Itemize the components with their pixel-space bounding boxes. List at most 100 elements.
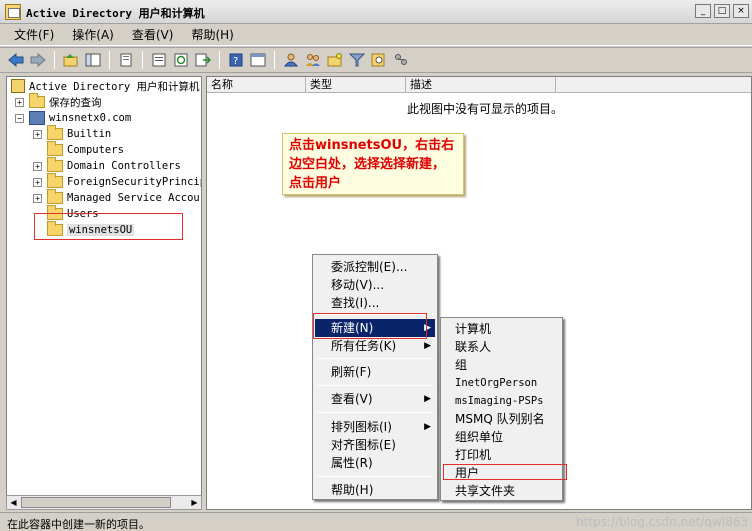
window-controls: _ □ × bbox=[695, 4, 749, 18]
console-tree-icon[interactable] bbox=[83, 50, 103, 70]
submenu-item-shared-folder[interactable]: 共享文件夹 bbox=[443, 482, 560, 500]
menu-file[interactable]: 文件(F) bbox=[8, 24, 60, 45]
column-name[interactable]: 名称 bbox=[207, 77, 306, 93]
folder-icon bbox=[47, 189, 63, 204]
toolbar-separator bbox=[274, 51, 275, 69]
submenu-item-computer[interactable]: 计算机 bbox=[443, 320, 560, 338]
folder-icon bbox=[47, 141, 63, 156]
submenu-item-printer[interactable]: 打印机 bbox=[443, 446, 560, 464]
menu-item-delegate[interactable]: 委派控制(E)... bbox=[315, 258, 435, 276]
column-type[interactable]: 类型 bbox=[306, 77, 406, 93]
scroll-thumb[interactable] bbox=[21, 497, 171, 508]
tree-item-label: ForeignSecurityPrincip bbox=[67, 176, 202, 188]
toolbar-separator bbox=[142, 51, 143, 69]
highlight-box-user bbox=[443, 464, 567, 480]
menu-item-view[interactable]: 查看(V) ▶ bbox=[315, 390, 435, 408]
menu-item-properties[interactable]: 属性(R) bbox=[315, 454, 435, 472]
toolbar-separator bbox=[219, 51, 220, 69]
up-icon[interactable] bbox=[61, 50, 81, 70]
copy-icon[interactable] bbox=[116, 50, 136, 70]
tree-item-managed-service[interactable]: + Managed Service Accou bbox=[33, 189, 200, 206]
tree-item-builtin[interactable]: + Builtin bbox=[33, 125, 112, 142]
submenu-item-msmq-alias[interactable]: MSMQ 队列别名 bbox=[443, 410, 560, 428]
expand-icon[interactable]: + bbox=[33, 129, 42, 139]
tree-item-label: Domain Controllers bbox=[67, 160, 181, 172]
folder-icon bbox=[47, 173, 63, 188]
status-bar: 在此容器中创建一新的项目。 https://blog.csdn.net/qwl8… bbox=[0, 512, 752, 531]
menu-item-line-up-icons[interactable]: 对齐图标(E) bbox=[315, 436, 435, 454]
domain-icon bbox=[29, 111, 45, 125]
expand-icon[interactable]: + bbox=[15, 97, 24, 107]
menu-action[interactable]: 操作(A) bbox=[66, 24, 120, 45]
delegate-icon[interactable] bbox=[391, 50, 411, 70]
submenu-item-ou[interactable]: 组织单位 bbox=[443, 428, 560, 446]
tree-root[interactable]: Active Directory 用户和计算机 bbox=[11, 78, 199, 94]
menu-help[interactable]: 帮助(H) bbox=[185, 24, 239, 45]
back-icon[interactable] bbox=[6, 50, 26, 70]
submenu-arrow-icon: ▶ bbox=[424, 394, 431, 404]
tree-item-label: Builtin bbox=[67, 128, 112, 140]
ad-console-icon bbox=[5, 4, 21, 20]
tree-item-domain[interactable]: − winsnetx0.com bbox=[15, 110, 131, 126]
menu-item-refresh[interactable]: 刷新(F) bbox=[315, 363, 435, 381]
console-tree[interactable]: Active Directory 用户和计算机 + 保存的查询 − winsne… bbox=[6, 76, 202, 510]
help-icon[interactable]: ? bbox=[226, 50, 246, 70]
context-menu: 委派控制(E)... 移动(V)... 查找(I)... 新建(N) ▶ 所有任务… bbox=[312, 254, 438, 500]
find-icon[interactable] bbox=[369, 50, 389, 70]
menu-item-arrange-icons[interactable]: 排列图标(I) ▶ bbox=[315, 418, 435, 436]
submenu-item-msimaging[interactable]: msImaging-PSPs bbox=[443, 392, 560, 410]
groups-icon[interactable] bbox=[303, 50, 323, 70]
ad-root-icon bbox=[11, 79, 25, 93]
submenu-item-inetorgperson[interactable]: InetOrgPerson bbox=[443, 374, 560, 392]
menu-separator bbox=[317, 358, 433, 359]
menu-separator bbox=[317, 476, 433, 477]
forward-icon[interactable] bbox=[28, 50, 48, 70]
tree-item-computers[interactable]: Computers bbox=[47, 141, 124, 158]
tree-item-foreign-security[interactable]: + ForeignSecurityPrincip bbox=[33, 173, 202, 190]
show-hide-icon[interactable] bbox=[248, 50, 268, 70]
submenu-item-group[interactable]: 组 bbox=[443, 356, 560, 374]
submenu-arrow-icon: ▶ bbox=[424, 341, 431, 351]
svg-text:?: ? bbox=[233, 56, 238, 67]
menu-view[interactable]: 查看(V) bbox=[126, 24, 180, 45]
expand-icon[interactable]: + bbox=[33, 177, 42, 187]
expand-icon[interactable]: + bbox=[33, 161, 42, 171]
properties-icon[interactable] bbox=[149, 50, 169, 70]
menu-bar: 文件(F) 操作(A) 查看(V) 帮助(H) bbox=[0, 24, 752, 46]
tree-item-label: winsnetx0.com bbox=[49, 112, 132, 124]
new-ou-icon[interactable] bbox=[325, 50, 345, 70]
scroll-left-icon[interactable]: ◀ bbox=[7, 497, 20, 508]
empty-view-message: 此视图中没有可显示的项目。 bbox=[407, 102, 564, 116]
tree-root-label: Active Directory 用户和计算机 bbox=[29, 80, 200, 93]
toolbar-separator bbox=[109, 51, 110, 69]
menu-item-find[interactable]: 查找(I)... bbox=[315, 294, 435, 312]
menu-item-move[interactable]: 移动(V)... bbox=[315, 276, 435, 294]
collapse-icon[interactable]: − bbox=[15, 113, 24, 123]
filter-icon[interactable] bbox=[347, 50, 367, 70]
menu-item-help[interactable]: 帮助(H) bbox=[315, 481, 435, 499]
tree-item-label: 保存的查询 bbox=[49, 96, 102, 109]
column-description[interactable]: 描述 bbox=[406, 77, 556, 93]
maximize-button[interactable]: □ bbox=[714, 4, 730, 18]
tree-item-domain-controllers[interactable]: + Domain Controllers bbox=[33, 157, 181, 174]
users-icon[interactable] bbox=[281, 50, 301, 70]
menu-separator bbox=[317, 385, 433, 386]
toolbar: ? bbox=[0, 47, 752, 73]
instruction-callout: 点击winsnetsOU，右击右边空白处，选择选择新建，点击用户 bbox=[282, 133, 464, 195]
menu-item-all-tasks[interactable]: 所有任务(K) ▶ bbox=[315, 337, 435, 355]
tree-item-label: Computers bbox=[67, 144, 124, 156]
submenu-item-contact[interactable]: 联系人 bbox=[443, 338, 560, 356]
scroll-right-icon[interactable]: ▶ bbox=[188, 497, 201, 508]
submenu-arrow-icon: ▶ bbox=[424, 422, 431, 432]
folder-icon bbox=[47, 125, 63, 140]
close-button[interactable]: × bbox=[733, 4, 749, 18]
title-bar: Active Directory 用户和计算机 _ □ × bbox=[0, 0, 752, 24]
status-text: 在此容器中创建一新的项目。 bbox=[7, 518, 150, 531]
export-icon[interactable] bbox=[193, 50, 213, 70]
tree-horizontal-scrollbar[interactable]: ◀ ▶ bbox=[6, 495, 202, 510]
refresh-icon[interactable] bbox=[171, 50, 191, 70]
tree-item-saved-queries[interactable]: + 保存的查询 bbox=[15, 93, 102, 110]
minimize-button[interactable]: _ bbox=[695, 4, 711, 18]
folder-icon bbox=[47, 157, 63, 172]
expand-icon[interactable]: + bbox=[33, 193, 42, 203]
